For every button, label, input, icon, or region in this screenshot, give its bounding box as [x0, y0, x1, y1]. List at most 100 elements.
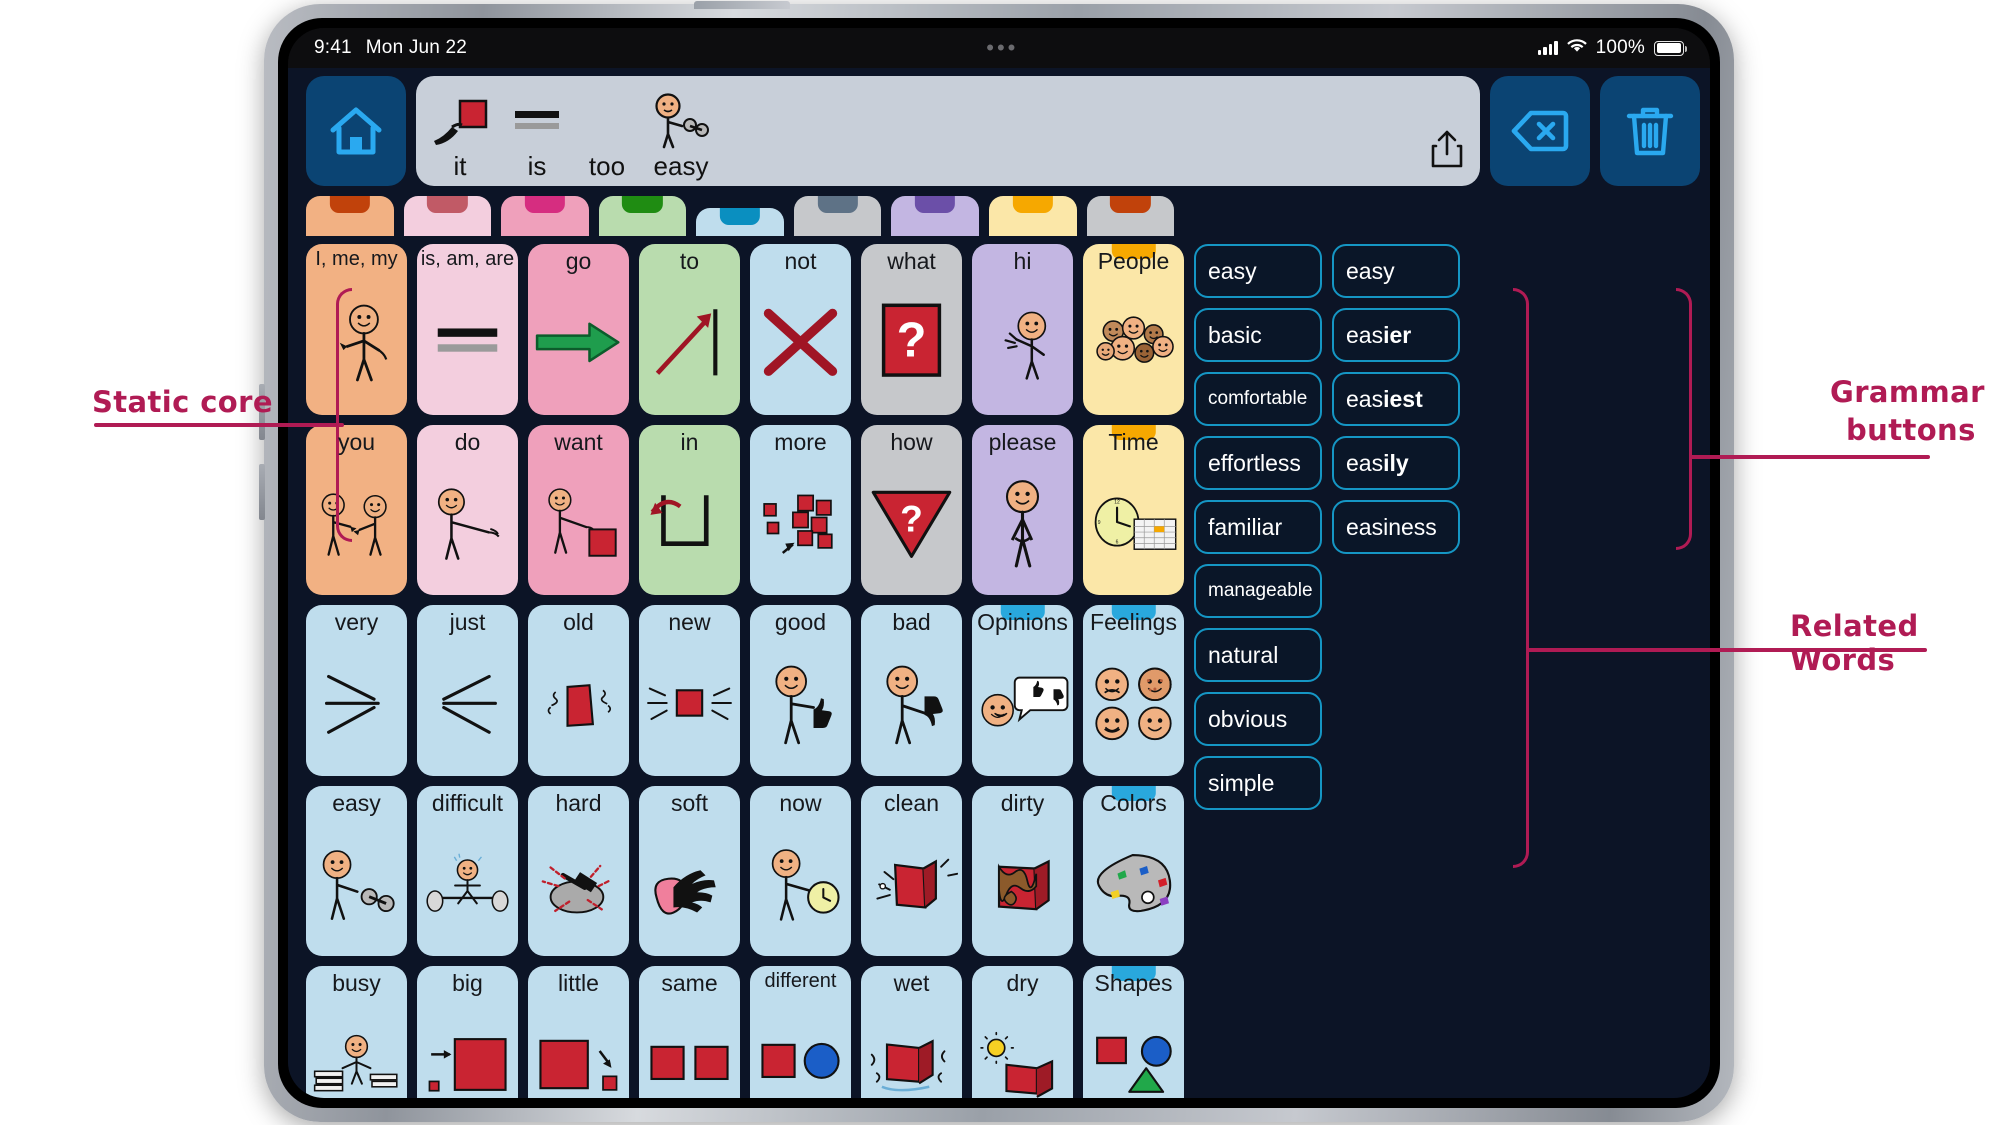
message-word-label: easy — [653, 151, 709, 181]
trash-button[interactable] — [1600, 76, 1700, 186]
grid-button-good[interactable]: good — [750, 605, 851, 776]
grid-button-colors[interactable]: Colors — [1083, 785, 1184, 957]
two-people-pointing-icon — [306, 454, 407, 595]
grid-button-label: same — [661, 970, 718, 997]
grid-button-label: good — [774, 609, 827, 636]
dripping-red-box-icon — [861, 995, 962, 1098]
grammar-button[interactable]: eas iest — [1332, 372, 1460, 426]
small-red-square-icon — [528, 995, 629, 1098]
category-tab[interactable] — [891, 196, 979, 236]
category-tab[interactable] — [306, 196, 394, 236]
aac-app: it is too easy I, me, my is, am, are go … — [288, 68, 1710, 1098]
grid-button-label: dry — [1006, 970, 1039, 997]
grid-button-soft[interactable]: soft — [639, 785, 740, 957]
grid-button-dry[interactable]: dry — [972, 966, 1073, 1098]
grid-button-wet[interactable]: wet — [861, 966, 962, 1098]
grammar-button[interactable]: easy — [1332, 244, 1460, 298]
red-triangle-question-icon: ? — [861, 454, 962, 595]
grid-button-hi[interactable]: hi — [972, 244, 1073, 415]
category-tab[interactable] — [598, 196, 687, 236]
grid-button-in[interactable]: in — [639, 424, 740, 596]
grammar-stem: eas — [1346, 449, 1384, 476]
grid-button-label: dirty — [1000, 789, 1045, 816]
grid-button-do[interactable]: do — [417, 424, 518, 596]
tools-spacer — [1470, 244, 1598, 1098]
grammar-stem: easy — [1346, 257, 1395, 284]
backspace-button[interactable] — [1490, 76, 1590, 186]
grid-button-i-me-my[interactable]: I, me, my — [306, 244, 407, 415]
grid-button-very[interactable]: very — [306, 605, 407, 776]
grid-button-opinions[interactable]: Opinions — [972, 605, 1073, 776]
less-than-lines-icon — [417, 634, 518, 775]
related-word-button[interactable]: effortless — [1194, 436, 1322, 490]
annotation-related-words-rule — [1527, 648, 1927, 652]
grid-button-shapes[interactable]: Shapes — [1083, 966, 1184, 1098]
grid-button-label: very — [334, 609, 379, 636]
related-word-button[interactable]: obvious — [1194, 692, 1322, 746]
grid-button-you[interactable]: you — [306, 424, 407, 596]
multitask-dots-icon[interactable]: ••• — [986, 37, 1018, 59]
grammar-button[interactable]: eas ier — [1332, 308, 1460, 362]
grid-button-easy[interactable]: easy — [306, 785, 407, 957]
grid-button-more[interactable]: more — [750, 424, 851, 596]
message-word[interactable]: easy — [650, 91, 712, 182]
grid-button-hard[interactable]: hard — [528, 785, 629, 957]
grid-button-go[interactable]: go — [528, 244, 629, 415]
grid-button-please[interactable]: please — [972, 424, 1073, 596]
grid-button-label: hard — [555, 789, 602, 816]
category-tab[interactable] — [793, 196, 882, 236]
grid-button-want[interactable]: want — [528, 424, 629, 596]
grid-button-feelings[interactable]: Feelings — [1083, 605, 1184, 776]
related-word-button[interactable]: natural — [1194, 628, 1322, 682]
category-tab[interactable] — [501, 196, 589, 236]
home-button[interactable] — [306, 76, 406, 186]
grid-button-people[interactable]: People — [1083, 244, 1184, 415]
related-word-button[interactable]: simple — [1194, 756, 1322, 810]
grid-button-how[interactable]: how? — [861, 424, 962, 596]
grid-button-to[interactable]: to — [639, 244, 740, 415]
grammar-button[interactable]: easiness — [1332, 500, 1460, 554]
grid-button-now[interactable]: now — [750, 785, 851, 957]
category-tab[interactable] — [403, 196, 492, 236]
grid-button-label: old — [563, 609, 594, 636]
grid-button-clean[interactable]: clean — [861, 785, 962, 957]
message-word[interactable]: too — [584, 91, 630, 182]
category-tab[interactable] — [1086, 196, 1175, 236]
grid-button-big[interactable]: big — [417, 966, 518, 1098]
pile-of-red-squares-icon — [750, 454, 851, 595]
grammar-button[interactable]: eas ily — [1332, 436, 1460, 490]
related-word-button[interactable]: easy — [1194, 244, 1322, 298]
related-word-button[interactable]: familiar — [1194, 500, 1322, 554]
grid-button-difficult[interactable]: difficult — [417, 785, 518, 957]
grid-button-busy[interactable]: busy — [306, 966, 407, 1098]
grid-button-different[interactable]: different — [750, 966, 851, 1098]
grid-button-new[interactable]: new — [639, 605, 740, 776]
grid-button-label: difficult — [431, 789, 504, 816]
grid-button-old[interactable]: old — [528, 605, 629, 776]
grid-button-label: bad — [892, 609, 931, 636]
grid-button-time[interactable]: Time12369 — [1083, 424, 1184, 596]
message-word[interactable]: is — [510, 91, 564, 182]
power-button[interactable] — [694, 1, 790, 9]
grid-button-label: little — [558, 970, 599, 997]
related-word-button[interactable]: manageable — [1194, 564, 1322, 618]
grid-button-what[interactable]: what? — [861, 244, 962, 415]
grid-button-is-am-are[interactable]: is, am, are — [417, 244, 518, 415]
grid-button-little[interactable]: little — [528, 966, 629, 1098]
grid-button-just[interactable]: just — [417, 605, 518, 776]
share-icon[interactable] — [1430, 129, 1464, 174]
grid-button-not[interactable]: not — [750, 244, 851, 415]
shining-red-square-icon — [639, 634, 740, 775]
category-tab[interactable] — [696, 208, 784, 236]
message-bar[interactable]: it is too easy — [416, 76, 1480, 186]
message-word[interactable]: it — [430, 91, 490, 182]
grid-button-label: do — [454, 428, 481, 455]
category-tab[interactable] — [988, 196, 1077, 236]
volume-down-button[interactable] — [259, 464, 265, 520]
grid-button-bad[interactable]: bad — [861, 605, 962, 776]
related-word-button[interactable]: comfortable — [1194, 372, 1322, 426]
tab-notch — [622, 196, 663, 213]
grid-button-dirty[interactable]: dirty — [972, 785, 1073, 957]
grid-button-same[interactable]: same — [639, 966, 740, 1098]
related-word-button[interactable]: basic — [1194, 308, 1322, 362]
